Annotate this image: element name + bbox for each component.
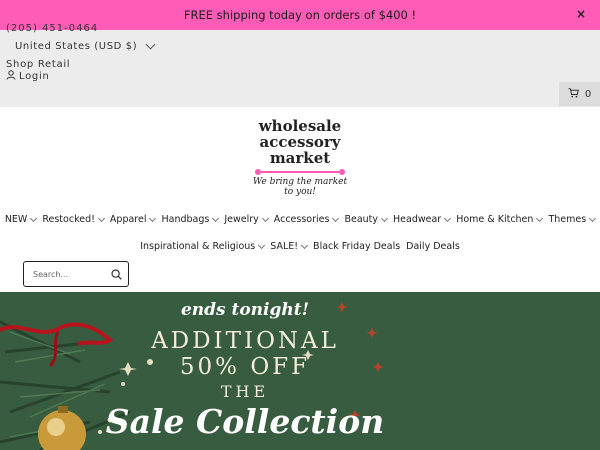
currency-selector[interactable]: United States (USD $) (15, 39, 156, 52)
chevron-down-icon (380, 214, 389, 222)
nav-item-themes[interactable]: Themes (548, 214, 597, 225)
nav-label: Accessories (273, 214, 330, 225)
logo-tagline: We bring the market to you! (252, 177, 348, 197)
nav-label: Jewelry (224, 214, 259, 225)
chevron-down-icon (149, 214, 157, 222)
cart-icon (568, 87, 579, 101)
chevron-down-icon (589, 214, 597, 222)
nav-item-accessories[interactable]: Accessories (273, 214, 340, 225)
banner-headline: ADDITIONAL (151, 328, 339, 354)
chevron-down-icon (97, 214, 105, 222)
cart-button[interactable]: 0 (559, 82, 600, 106)
login-label: Login (19, 71, 50, 82)
nav-item-new[interactable]: NEW (4, 214, 38, 225)
nav-item-beauty[interactable]: Beauty (344, 214, 389, 225)
close-icon[interactable]: × (576, 7, 586, 21)
nav-label: SALE! (270, 241, 299, 252)
nav-item-inspirational[interactable]: Inspirational & Religious (140, 241, 266, 252)
banner-the: THE (220, 382, 270, 401)
shop-retail-link[interactable]: Shop Retail (6, 59, 70, 70)
store-logo[interactable]: wholesale accessory market We bring the … (250, 118, 350, 202)
logo-line: market (269, 149, 331, 167)
nav-item-black-friday[interactable]: Black Friday Deals (313, 241, 400, 252)
utility-bar: (205) 451-0464 United States (USD $) Sho… (0, 23, 600, 107)
search-icon[interactable] (111, 268, 122, 280)
chevron-down-icon (332, 214, 340, 222)
nav-label: Apparel (109, 214, 147, 225)
nav-item-daily-deals[interactable]: Daily Deals (406, 241, 460, 252)
search-box (23, 261, 129, 287)
logo-line: accessory (259, 133, 341, 151)
hero-banner[interactable]: ends tonight! ADDITIONAL 50% OFF THE Sal… (0, 292, 600, 450)
nav-item-apparel[interactable]: Apparel (109, 214, 157, 225)
chevron-down-icon (258, 241, 266, 249)
chevron-down-icon (536, 214, 544, 222)
chevron-down-icon (301, 241, 309, 249)
banner-sale-collection: Sale Collection (105, 402, 385, 441)
nav-label: Beauty (344, 214, 379, 225)
chevron-down-icon (261, 214, 269, 222)
nav-item-handbags[interactable]: Handbags (161, 214, 220, 225)
cart-count: 0 (584, 88, 592, 100)
banner-discount: 50% OFF (179, 354, 311, 380)
user-icon (6, 70, 16, 83)
nav-label: Black Friday Deals (313, 241, 401, 252)
nav-label: Headwear (393, 214, 442, 225)
nav-item-home-kitchen[interactable]: Home & Kitchen (456, 214, 544, 225)
currency-label: United States (USD $) (15, 41, 138, 52)
nav-label: Inspirational & Religious (140, 241, 256, 252)
chevron-down-icon (145, 39, 156, 50)
nav-label: Daily Deals (406, 241, 460, 252)
logo-line: wholesale (258, 117, 342, 135)
search-input[interactable] (33, 269, 103, 279)
banner-ends-tonight: ends tonight! (180, 300, 310, 320)
nav-label: Restocked! (42, 214, 95, 225)
phone-number[interactable]: (205) 451-0464 (6, 23, 98, 34)
chevron-down-icon (444, 214, 452, 222)
nav-label: Themes (548, 214, 587, 225)
nav-item-jewelry[interactable]: Jewelry (224, 214, 269, 225)
nav-label: Handbags (161, 214, 210, 225)
logo-divider (255, 169, 345, 175)
promo-text: FREE shipping today on orders of $400 ! (183, 8, 417, 22)
nav-item-headwear[interactable]: Headwear (393, 214, 452, 225)
chevron-down-icon (30, 214, 38, 222)
nav-item-sale[interactable]: SALE! (270, 241, 309, 252)
main-nav-row-1: NEW Restocked! Apparel Handbags Jewelry … (0, 214, 600, 225)
main-nav-row-2: Inspirational & Religious SALE! Black Fr… (0, 241, 600, 252)
nav-label: Home & Kitchen (456, 214, 534, 225)
nav-label: NEW (4, 214, 28, 225)
chevron-down-icon (212, 214, 220, 222)
login-link[interactable]: Login (6, 70, 49, 83)
nav-item-restocked[interactable]: Restocked! (42, 214, 105, 225)
